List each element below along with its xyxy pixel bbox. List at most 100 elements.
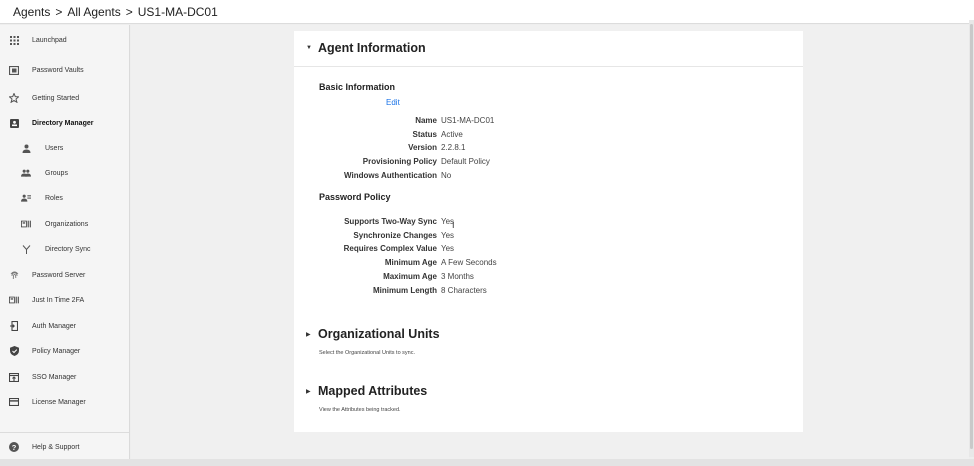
sidebar-item-launchpad[interactable]: Launchpad [0, 28, 129, 53]
user-icon [21, 143, 31, 153]
expand-arrow-icon: ▶ [306, 331, 311, 338]
info-row-name: Name US1-MA-DC01 [294, 116, 803, 128]
policy-row-synchronize-changes: Synchronize Changes Yes [294, 231, 803, 243]
field-label: Supports Two-Way Sync [344, 217, 437, 226]
policy-row-two-way-sync: Supports Two-Way Sync Yes [294, 217, 803, 229]
help-icon: ? [9, 442, 19, 452]
sidebar-item-just-in-time-2fa[interactable]: Just In Time 2FA [0, 288, 129, 313]
field-value: No [441, 171, 452, 180]
agent-information-header[interactable]: ▼ Agent Information [294, 41, 426, 55]
field-value: Yes [441, 231, 455, 240]
policy-row-minimum-length: Minimum Length 8 Characters [294, 286, 803, 298]
sidebar-item-label: Getting Started [32, 95, 80, 102]
breadcrumb-all-agents[interactable]: All Agents [67, 5, 120, 19]
group-icon [21, 168, 31, 178]
field-label: Name [415, 116, 437, 125]
section-title: Mapped Attributes [318, 384, 428, 398]
policy-row-minimum-age: Minimum Age A Few Seconds [294, 258, 803, 270]
login-icon [9, 321, 19, 331]
breadcrumb-agents[interactable]: Agents [13, 5, 50, 19]
sidebar-item-label: SSO Manager [32, 374, 77, 381]
sidebar-item-label: Password Server [32, 272, 86, 279]
field-value: US1-MA-DC01 [441, 116, 495, 125]
sidebar-item-label: Organizations [45, 221, 89, 228]
field-label: Windows Authentication [344, 171, 437, 180]
password-policy-heading: Password Policy [319, 192, 391, 202]
sidebar-item-roles[interactable]: Roles [0, 186, 129, 211]
field-value: A Few Seconds [441, 258, 497, 267]
sidebar-item-getting-started[interactable]: Getting Started [0, 86, 129, 111]
basic-information-heading: Basic Information [319, 82, 396, 92]
contact-card-icon [9, 118, 19, 128]
sidebar-item-groups[interactable]: Groups [0, 161, 129, 186]
policy-row-complex-value: Requires Complex Value Yes [294, 244, 803, 256]
sidebar-item-directory-manager[interactable]: Directory Manager [0, 111, 129, 136]
svg-text:?: ? [12, 443, 17, 452]
field-label: Requires Complex Value [343, 244, 437, 253]
sidebar-item-label: Roles [45, 195, 63, 202]
field-label: Synchronize Changes [353, 231, 437, 240]
sidebar-item-label: Groups [45, 170, 68, 177]
breadcrumb-separator: > [125, 4, 133, 19]
shield-icon [9, 346, 19, 356]
sidebar-item-policy-manager[interactable]: Policy Manager [0, 339, 129, 364]
sidebar-item-label: Password Vaults [32, 67, 84, 74]
bottom-strip [0, 459, 974, 466]
sidebar-item-label: Policy Manager [32, 348, 81, 355]
breadcrumb: Agents > All Agents > US1-MA-DC01 [0, 0, 974, 24]
field-label: Provisioning Policy [362, 157, 437, 166]
sidebar-item-label: Users [45, 145, 64, 152]
sidebar-item-label: Just In Time 2FA [32, 297, 85, 304]
sidebar-item-directory-sync[interactable]: Directory Sync [0, 237, 129, 262]
vault-icon [9, 65, 19, 75]
organizational-units-description: Select the Organizational Units to sync. [319, 350, 415, 356]
organizational-units-header[interactable]: ▶ Organizational Units [294, 327, 440, 341]
mapped-attributes-header[interactable]: ▶ Mapped Attributes [294, 384, 427, 398]
main-content: ▼ Agent Information Basic Information Ed… [131, 25, 969, 459]
field-value: 8 Characters [441, 286, 487, 295]
vertical-scrollbar[interactable] [969, 20, 974, 457]
policy-row-maximum-age: Maximum Age 3 Months [294, 272, 803, 284]
sidebar-item-auth-manager[interactable]: Auth Manager [0, 314, 129, 339]
field-value: Active [441, 130, 463, 139]
sidebar-item-label: Directory Manager [32, 120, 94, 127]
grid-icon [9, 35, 19, 45]
fingerprint-icon [9, 270, 19, 280]
text-cursor-icon: I [452, 220, 455, 230]
sidebar-item-license-manager[interactable]: License Manager [0, 390, 129, 415]
expand-arrow-icon: ▶ [306, 388, 311, 395]
sidebar: Launchpad Password Vaults Getting Starte… [0, 25, 130, 459]
field-label: Minimum Age [384, 258, 437, 267]
field-value: 2.2.8.1 [441, 143, 466, 152]
info-row-version: Version 2.2.8.1 [294, 143, 803, 155]
sidebar-item-password-server[interactable]: Password Server [0, 263, 129, 288]
sidebar-item-label: License Manager [32, 399, 86, 406]
info-row-windows-authentication: Windows Authentication No [294, 171, 803, 183]
sidebar-item-help-support[interactable]: ? Help & Support [0, 435, 129, 460]
sidebar-item-label: Help & Support [32, 444, 80, 451]
sso-window-icon [9, 372, 19, 382]
scrollbar-thumb[interactable] [970, 24, 973, 449]
info-row-provisioning-policy: Provisioning Policy Default Policy [294, 157, 803, 169]
field-value: Yes [441, 244, 455, 253]
sidebar-item-users[interactable]: Users [0, 136, 129, 161]
field-value: Default Policy [441, 157, 490, 166]
breadcrumb-current: US1-MA-DC01 [137, 4, 218, 19]
sidebar-item-organizations[interactable]: Organizations [0, 212, 129, 237]
field-label: Minimum Length [373, 286, 437, 295]
sync-fork-icon [21, 244, 31, 254]
edit-link[interactable]: Edit [386, 98, 400, 107]
sidebar-item-password-vaults[interactable]: Password Vaults [0, 58, 129, 83]
agent-card: ▼ Agent Information Basic Information Ed… [294, 31, 803, 432]
badge-icon [9, 295, 19, 305]
breadcrumb-separator: > [55, 4, 63, 19]
mapped-attributes-description: View the Attributes being tracked. [319, 407, 401, 413]
sidebar-item-sso-manager[interactable]: SSO Manager [0, 365, 129, 390]
field-value: 3 Months [441, 272, 474, 281]
star-icon [9, 93, 19, 103]
org-icon [21, 219, 31, 229]
collapse-arrow-icon: ▼ [306, 45, 312, 51]
section-title: Organizational Units [318, 327, 440, 341]
field-label: Version [408, 143, 437, 152]
sidebar-item-label: Launchpad [32, 37, 67, 44]
